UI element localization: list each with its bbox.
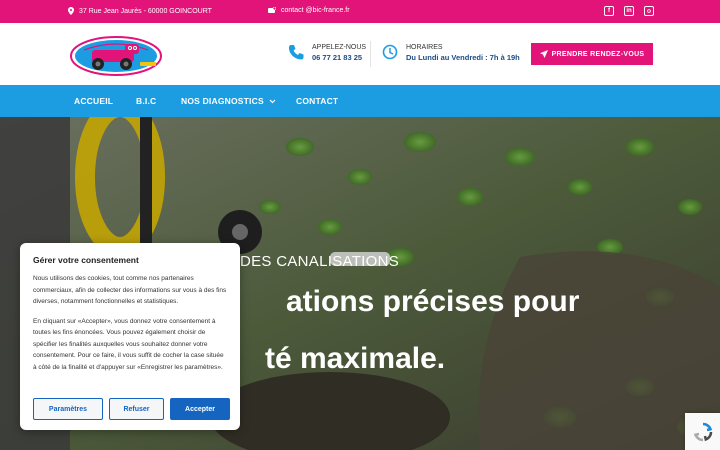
clock-icon <box>382 44 398 60</box>
send-icon <box>539 50 548 58</box>
header-divider <box>370 41 371 67</box>
hours-label: HORAIRES <box>406 44 443 51</box>
facebook-icon[interactable]: f <box>604 6 614 16</box>
phone-contact[interactable]: APPELEZ-NOUS 06 77 21 83 25 <box>288 43 366 64</box>
nav-item-contact[interactable]: CONTACT <box>296 96 338 106</box>
chevron-down-icon <box>269 99 276 104</box>
cookie-refuse-button[interactable]: Refuser <box>109 398 164 420</box>
hero-kicker: DES CANALISATIONS <box>240 253 400 270</box>
social-links: f in <box>604 6 654 16</box>
recaptcha-icon <box>693 422 712 441</box>
cookie-buttons: Paramètres Refuser Accepter <box>33 398 230 420</box>
cookie-settings-button[interactable]: Paramètres <box>33 398 103 420</box>
nav-item-diagnostics-label[interactable]: NOS DIAGNOSTICS <box>181 96 264 106</box>
appointment-button[interactable]: PRENDRE RENDEZ-VOUS <box>531 43 653 65</box>
opening-hours: HORAIRES Du Lundi au Vendredi : 7h à 19h <box>382 43 520 64</box>
linkedin-icon[interactable]: in <box>624 6 634 16</box>
address-text: 37 Rue Jean Jaurès - 60000 GOINCOURT <box>79 7 212 15</box>
main-nav: ACCUEIL B.I.C NOS DIAGNOSTICS CONTACT <box>0 85 720 117</box>
hero-title: ations précises pour té maximale. <box>230 287 670 374</box>
phone-number[interactable]: 06 77 21 83 25 <box>312 52 366 64</box>
cookie-text-2: En cliquant sur «Accepter», vous donnez … <box>33 317 224 371</box>
nav-item-accueil[interactable]: ACCUEIL <box>74 96 113 106</box>
email-icon <box>268 7 276 13</box>
nav-item-diagnostics[interactable]: NOS DIAGNOSTICS <box>181 96 276 106</box>
appointment-label[interactable]: PRENDRE RENDEZ-VOUS <box>552 51 645 58</box>
cookie-title: Gérer votre consentement <box>33 255 139 265</box>
bic-logo[interactable] <box>70 36 162 76</box>
email[interactable]: contact @bic-france.fr <box>268 7 350 14</box>
nav-item-bic[interactable]: B.I.C <box>136 96 156 106</box>
cookie-consent-dialog: Gérer votre consentement Nous utilisons … <box>20 243 240 430</box>
cookie-accept-button[interactable]: Accepter <box>170 398 230 420</box>
address: 37 Rue Jean Jaurès - 60000 GOINCOURT <box>68 7 212 15</box>
instagram-icon[interactable] <box>644 6 654 16</box>
site-header: APPELEZ-NOUS 06 77 21 83 25 HORAIRES Du … <box>0 23 720 85</box>
top-bar: 37 Rue Jean Jaurès - 60000 GOINCOURT con… <box>0 0 720 23</box>
phone-label: APPELEZ-NOUS <box>312 44 367 51</box>
hero-title-line-1: ations précises pour <box>286 285 580 318</box>
email-text[interactable]: contact @bic-france.fr <box>281 7 350 14</box>
recaptcha-badge[interactable] <box>685 413 720 450</box>
cookie-text-1: Nous utilisons des cookies, tout comme n… <box>33 275 227 305</box>
map-pin-icon <box>68 7 74 15</box>
hours-value: Du Lundi au Vendredi : 7h à 19h <box>406 53 520 62</box>
hero-title-line-2: té maximale. <box>265 342 446 375</box>
phone-icon <box>288 45 304 60</box>
